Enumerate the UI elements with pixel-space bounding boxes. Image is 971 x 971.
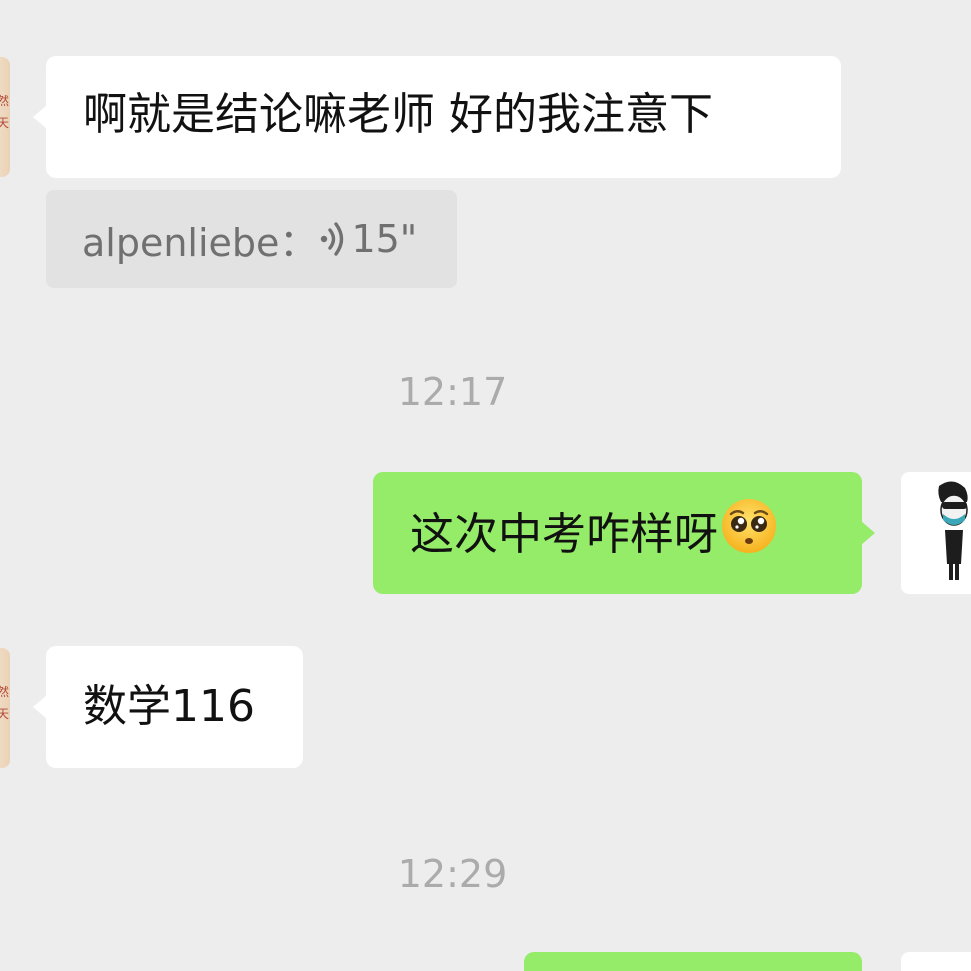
- masked-person-icon: [938, 481, 968, 580]
- bubble-tail: [33, 695, 47, 719]
- message-bubble-outgoing[interactable]: 这次中考咋样呀: [373, 472, 875, 594]
- contact-avatar[interactable]: 然 天: [0, 648, 10, 768]
- self-avatar[interactable]: [901, 472, 971, 594]
- message-text: 数学116: [83, 681, 255, 732]
- contact-avatar[interactable]: 然 天: [0, 57, 10, 177]
- avatar-seal-char: 天: [0, 116, 9, 130]
- bubble-tail: [33, 105, 47, 129]
- bubble-tail: [861, 521, 875, 545]
- avatar-seal-char: 然: [0, 94, 9, 108]
- voice-duration: 15": [351, 217, 418, 261]
- voice-message-quote[interactable]: alpenliebe： 15": [46, 190, 457, 288]
- message-bubble-incoming[interactable]: 啊就是结论嘛老师 好的我注意下: [33, 56, 841, 178]
- voice-wave-icon: [317, 219, 349, 259]
- chat-window: 然 天 啊就是结论嘛老师 好的我注意下 alpenliebe： 15" 12:1…: [0, 0, 971, 971]
- self-avatar[interactable]: [901, 952, 971, 971]
- avatar-seal-char: 然: [0, 685, 9, 699]
- voice-sender-name: alpenliebe：: [82, 220, 318, 265]
- pleading-face-emoji-icon: [720, 497, 778, 563]
- avatar-seal-char: 天: [0, 707, 9, 721]
- message-text: 这次中考咋样呀: [410, 509, 718, 560]
- message-text: 啊就是结论嘛老师 好的我注意下: [83, 89, 713, 140]
- timestamp: 12:29: [397, 852, 508, 896]
- message-bubble-outgoing-partial[interactable]: [524, 952, 862, 971]
- message-bubble-incoming[interactable]: 数学116: [33, 646, 303, 768]
- timestamp: 12:17: [397, 370, 508, 414]
